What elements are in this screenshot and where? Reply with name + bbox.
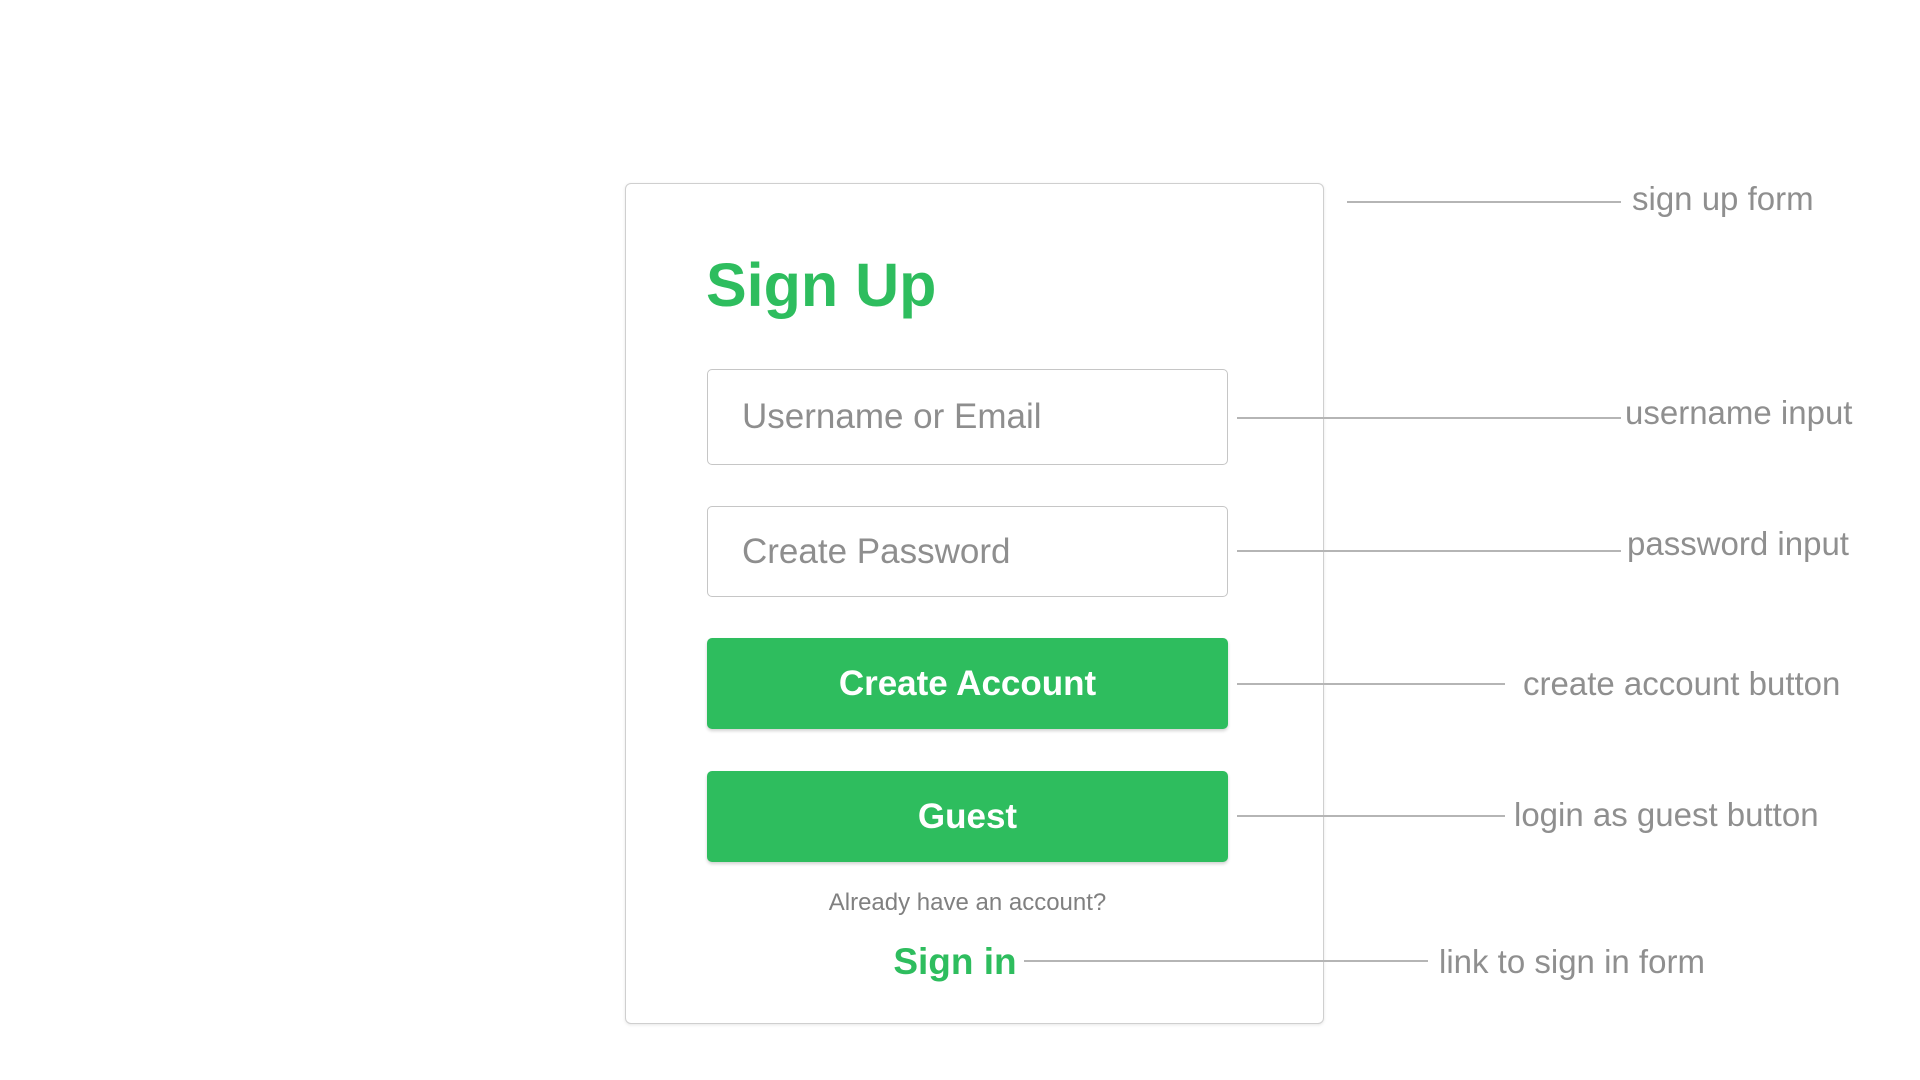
wireframe-canvas: Sign Up Create Account Guest Already hav… — [0, 0, 1920, 1080]
annotation-sign-up-form: sign up form — [1632, 180, 1814, 217]
annotation-password-input: password input — [1627, 525, 1849, 562]
annotation-username-input: username input — [1625, 394, 1853, 431]
username-input-leader-line — [1237, 417, 1621, 419]
sign-up-form-leader-line — [1347, 201, 1621, 203]
form-title: Sign Up — [706, 251, 937, 319]
create-account-button[interactable]: Create Account — [707, 638, 1228, 729]
annotation-create-account-button: create account button — [1523, 665, 1841, 702]
guest-button-leader-line — [1237, 815, 1505, 817]
guest-button[interactable]: Guest — [707, 771, 1228, 862]
sign-in-link[interactable]: Sign in — [880, 939, 1030, 985]
annotation-guest-button: login as guest button — [1514, 796, 1819, 833]
sign-in-link-leader-line — [1024, 960, 1428, 962]
annotation-sign-in-link: link to sign in form — [1439, 943, 1705, 980]
already-have-account-text: Already have an account? — [828, 889, 1107, 916]
username-input[interactable] — [707, 369, 1228, 465]
password-input-leader-line — [1237, 550, 1621, 552]
password-input[interactable] — [707, 506, 1228, 597]
create-account-leader-line — [1237, 683, 1505, 685]
